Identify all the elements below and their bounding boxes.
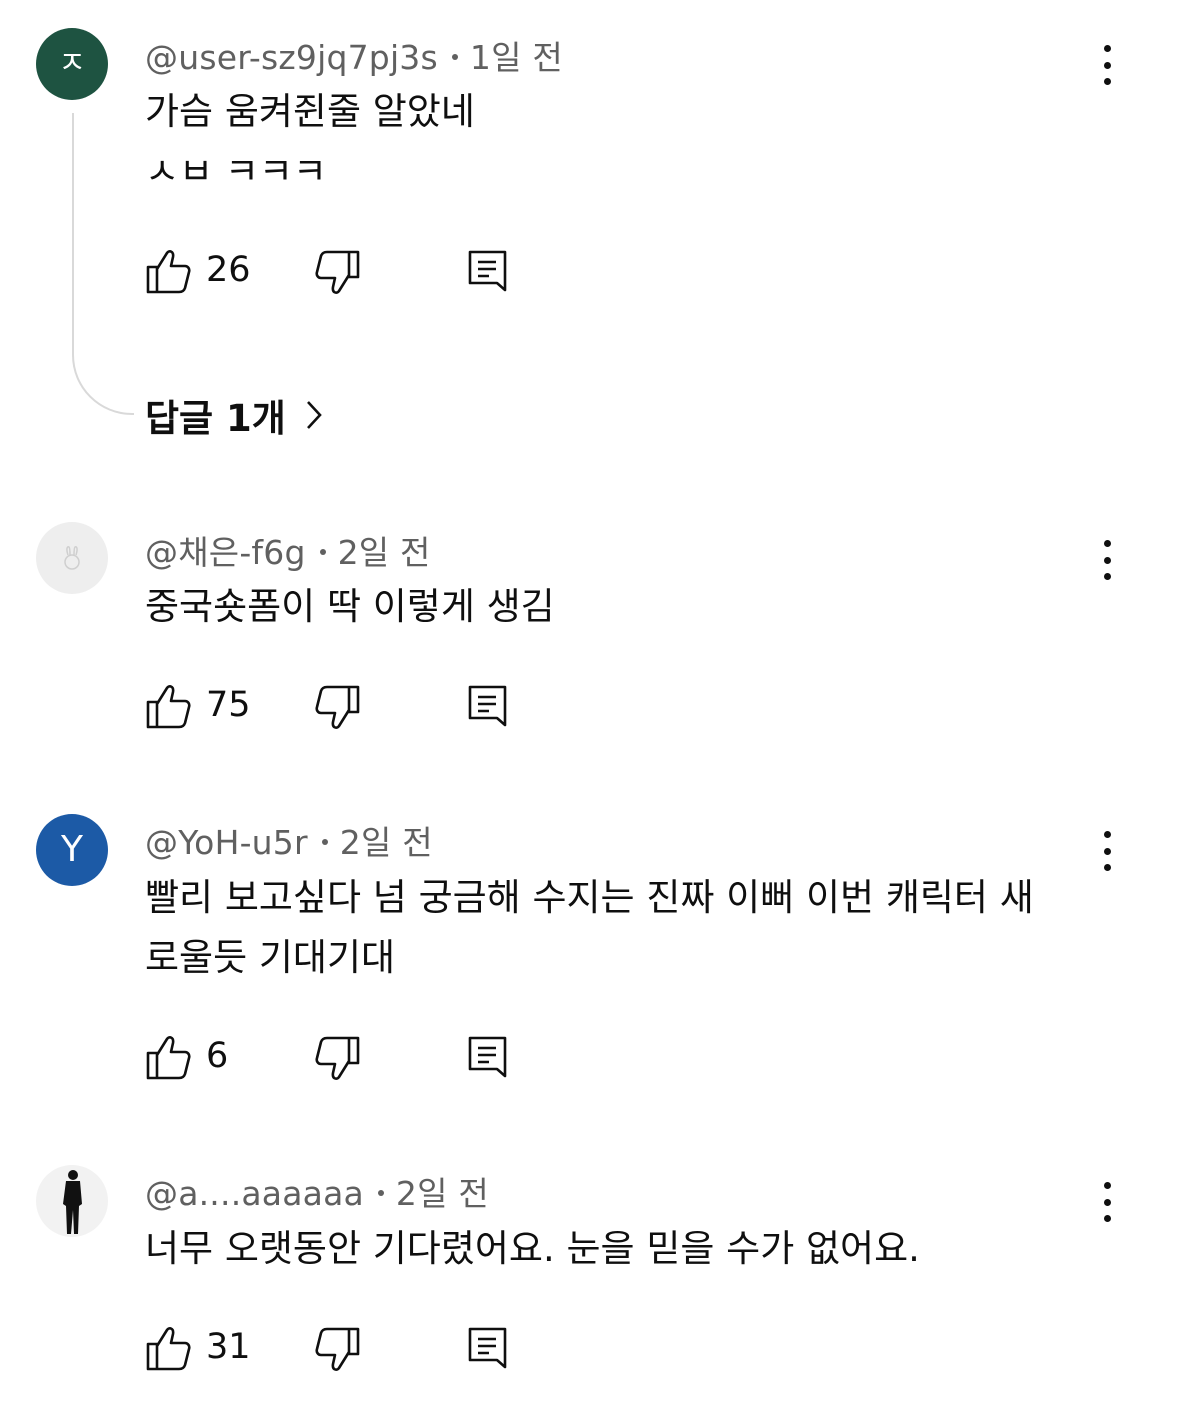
comment-actions: 31	[145, 1325, 545, 1375]
thumb-down-icon[interactable]	[315, 1034, 361, 1082]
author-name[interactable]: @a....aaaaaa	[145, 1174, 364, 1213]
comment-meta: @채은-f6g 2일 전	[145, 526, 431, 574]
thumb-up-icon[interactable]	[145, 1325, 191, 1373]
comment-time: 2일 전	[337, 533, 431, 572]
reply-comment-icon[interactable]	[467, 248, 509, 296]
comment-text: 너무 오랫동안 기다렸어요. 눈을 믿을 수가 없어요.	[145, 1219, 1095, 1279]
comment-meta: @user-sz9jq7pj3s 1일 전	[145, 31, 563, 79]
author-name[interactable]: @채은-f6g	[145, 533, 306, 572]
silhouette-photo	[52, 1166, 92, 1236]
separator-dot	[321, 838, 328, 845]
comment-text: 중국숏폼이 딱 이렇게 생김	[145, 577, 1095, 637]
avatar-letter: Y	[61, 829, 83, 870]
comment-line: 중국숏폼이 딱 이렇게 생김	[145, 585, 555, 628]
comment-time: 2일 전	[339, 823, 433, 862]
like-count: 31	[206, 1327, 251, 1367]
comment-actions: 26	[145, 248, 545, 298]
comment-actions: 6	[145, 1034, 545, 1084]
avatar-letter: ㅈ	[58, 46, 86, 81]
avatar[interactable]	[36, 522, 108, 594]
more-vert-icon[interactable]	[1094, 1182, 1120, 1222]
thumb-down-icon[interactable]	[315, 248, 361, 296]
thumb-up-icon[interactable]	[145, 1034, 191, 1082]
like-count: 26	[206, 250, 251, 290]
like-count: 6	[206, 1036, 229, 1076]
more-vert-icon[interactable]	[1094, 45, 1120, 85]
comment-time: 1일 전	[469, 38, 563, 77]
comment-text: 빨리 보고싶다 넘 궁금해 수지는 진짜 이뻐 이번 캐릭터 새 로울듯 기대기…	[145, 868, 1095, 988]
reply-comment-icon[interactable]	[467, 1325, 509, 1373]
chevron-right-icon	[304, 398, 324, 432]
replies-button[interactable]: 답글 1개	[145, 388, 324, 442]
comment-text: 가슴 움켜쥔줄 알았네 ㅅㅂ ㅋㅋㅋ	[145, 82, 1095, 186]
avatar[interactable]: ㅈ	[36, 28, 108, 100]
comment-actions: 75	[145, 683, 545, 733]
more-vert-icon[interactable]	[1094, 540, 1120, 580]
avatar[interactable]: Y	[36, 814, 108, 886]
reply-comment-icon[interactable]	[467, 683, 509, 731]
comment-time: 2일 전	[395, 1174, 489, 1213]
comment-line: 너무 오랫동안 기다렸어요. 눈을 믿을 수가 없어요.	[145, 1227, 920, 1270]
replies-label: 답글 1개	[145, 397, 286, 440]
comment-line: 로울듯 기대기대	[145, 936, 396, 979]
comment-line: 빨리 보고싶다 넘 궁금해 수지는 진짜 이뻐 이번 캐릭터 새	[145, 876, 1034, 919]
comment-line-clipped: ㅅㅂ ㅋㅋㅋ	[145, 142, 1095, 186]
thumb-down-icon[interactable]	[315, 1325, 361, 1373]
separator-dot	[319, 548, 326, 555]
thumb-up-icon[interactable]	[145, 683, 191, 731]
reply-comment-icon[interactable]	[467, 1034, 509, 1082]
comment-line: 가슴 움켜쥔줄 알았네	[145, 90, 475, 133]
more-vert-icon[interactable]	[1094, 831, 1120, 871]
thread-connector	[72, 113, 134, 415]
separator-dot	[377, 1189, 384, 1196]
thumb-down-icon[interactable]	[315, 683, 361, 731]
thumb-up-icon[interactable]	[145, 248, 191, 296]
separator-dot	[451, 53, 458, 60]
comment-meta: @a....aaaaaa 2일 전	[145, 1167, 489, 1215]
rabbit-icon	[60, 545, 84, 571]
comment-meta: @YoH-u5r 2일 전	[145, 816, 433, 864]
avatar[interactable]	[36, 1165, 108, 1237]
comment-line: ㅅㅂ ㅋㅋㅋ	[145, 150, 327, 186]
like-count: 75	[206, 685, 251, 725]
author-name[interactable]: @YoH-u5r	[145, 823, 308, 862]
author-name[interactable]: @user-sz9jq7pj3s	[145, 38, 438, 77]
